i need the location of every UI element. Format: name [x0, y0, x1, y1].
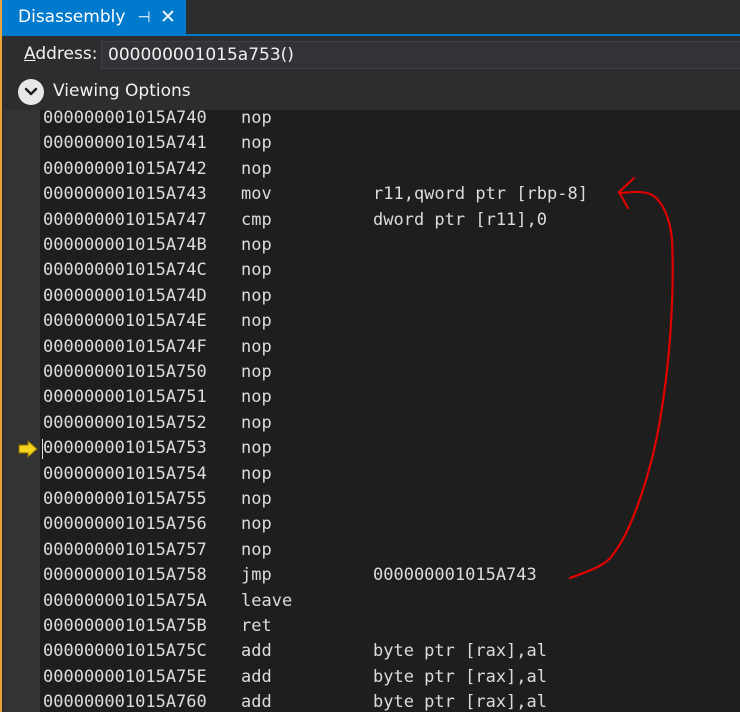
- instruction-mnemonic: nop: [241, 539, 272, 560]
- disassembly-row[interactable]: 000000001015A74C nop: [40, 258, 740, 283]
- instruction-mnemonic: nop: [241, 463, 272, 484]
- chevron-down-icon[interactable]: [18, 79, 44, 105]
- instruction-operands: byte ptr [rax],al: [373, 641, 547, 662]
- viewing-options-toggle[interactable]: Viewing Options: [2, 74, 740, 110]
- disassembly-row[interactable]: 000000001015A74B nop: [40, 233, 740, 258]
- instruction-address: 000000001015A74E: [43, 311, 207, 332]
- instruction-mnemonic: jmp: [241, 565, 272, 586]
- instruction-mnemonic: nop: [241, 362, 272, 382]
- disassembly-row[interactable]: 000000001015A74E nop: [40, 309, 740, 334]
- instruction-mnemonic: leave: [241, 590, 293, 611]
- disassembly-row[interactable]: 000000001015A747 cmp dword ptr [r11],0: [40, 208, 740, 233]
- close-icon[interactable]: ✕: [158, 6, 178, 28]
- disassembly-row[interactable]: 000000001015A741 nop: [40, 131, 740, 156]
- instruction-mnemonic: add: [241, 692, 272, 712]
- disassembly-row[interactable]: 000000001015A752 nop: [40, 411, 740, 436]
- instruction-mnemonic: nop: [241, 158, 272, 179]
- disassembly-row[interactable]: 000000001015A756 nop: [40, 512, 740, 537]
- instruction-operands: dword ptr [r11],0: [373, 209, 547, 230]
- instruction-mnemonic: nop: [241, 412, 272, 433]
- disassembly-row[interactable]: 000000001015A758 jmp 000000001015A743: [40, 563, 740, 588]
- instruction-address: 000000001015A742: [43, 158, 207, 179]
- address-label: Address:: [24, 44, 97, 64]
- instruction-mnemonic: ret: [241, 616, 272, 636]
- tab-strip: Disassembly ⊣ ✕: [2, 0, 740, 36]
- disassembly-row[interactable]: 000000001015A740 nop: [40, 110, 740, 131]
- instruction-address: 000000001015A757: [43, 539, 207, 560]
- instruction-address: 000000001015A743: [43, 184, 207, 205]
- instruction-mnemonic: nop: [241, 311, 272, 332]
- address-bar: Address:: [2, 36, 740, 74]
- instruction-operands: byte ptr [rax],al: [373, 666, 547, 687]
- instruction-mnemonic: add: [241, 641, 272, 662]
- indicator-margin[interactable]: [4, 110, 40, 712]
- instruction-mnemonic: mov: [241, 184, 272, 205]
- disassembly-row[interactable]: 000000001015A760 add byte ptr [rax],al: [40, 690, 740, 712]
- text-cursor: [42, 439, 43, 460]
- tab-disassembly[interactable]: Disassembly ⊣ ✕: [2, 0, 186, 34]
- instruction-mnemonic: add: [241, 666, 272, 687]
- instruction-address: 000000001015A740: [43, 110, 207, 128]
- instruction-mnemonic: nop: [241, 514, 272, 535]
- disassembly-row[interactable]: 000000001015A753 nop: [40, 436, 740, 461]
- disassembly-row[interactable]: 000000001015A74F nop: [40, 335, 740, 360]
- instruction-address: 000000001015A75E: [43, 666, 207, 687]
- disassembly-row[interactable]: 000000001015A742 nop: [40, 157, 740, 182]
- disassembly-row[interactable]: 000000001015A75E add byte ptr [rax],al: [40, 665, 740, 690]
- disassembly-window: Disassembly ⊣ ✕ Address: Viewing Options…: [0, 0, 740, 712]
- instruction-address: 000000001015A747: [43, 209, 207, 230]
- pin-icon[interactable]: ⊣: [134, 8, 154, 26]
- instruction-address: 000000001015A74C: [43, 260, 207, 281]
- disassembly-row[interactable]: 000000001015A755 nop: [40, 487, 740, 512]
- instruction-mnemonic: nop: [241, 438, 272, 459]
- instruction-mnemonic: nop: [241, 260, 272, 281]
- tab-title: Disassembly: [18, 7, 126, 27]
- instruction-operands: r11,qword ptr [rbp-8]: [373, 184, 588, 205]
- instruction-address: 000000001015A74F: [43, 336, 207, 357]
- instruction-address: 000000001015A754: [43, 463, 207, 484]
- instruction-address: 000000001015A752: [43, 412, 207, 433]
- instruction-address: 000000001015A753: [43, 438, 207, 459]
- instruction-address: 000000001015A750: [43, 362, 207, 382]
- instruction-address: 000000001015A75B: [43, 616, 207, 636]
- disassembly-listing[interactable]: 000000001015A740 nop 000000001015A741 nop 00…: [40, 110, 740, 712]
- disassembly-row[interactable]: 000000001015A750 nop: [40, 360, 740, 385]
- address-input[interactable]: [101, 41, 740, 69]
- instruction-address: 000000001015A75C: [43, 641, 207, 662]
- instruction-address: 000000001015A760: [43, 692, 207, 712]
- instruction-address: 000000001015A755: [43, 489, 207, 509]
- address-label-rest: ddress:: [35, 44, 98, 64]
- disassembly-row[interactable]: 000000001015A75C add byte ptr [rax],al: [40, 639, 740, 664]
- disassembly-row[interactable]: 000000001015A74D nop: [40, 284, 740, 309]
- instruction-mnemonic: nop: [241, 336, 272, 357]
- instruction-mnemonic: nop: [241, 489, 272, 509]
- disassembly-row[interactable]: 000000001015A754 nop: [40, 462, 740, 487]
- instruction-address: 000000001015A756: [43, 514, 207, 535]
- instruction-mnemonic: nop: [241, 285, 272, 306]
- disassembly-row[interactable]: 000000001015A75A leave: [40, 589, 740, 614]
- instruction-address: 000000001015A758: [43, 565, 207, 586]
- instruction-operands: 000000001015A743: [373, 565, 537, 586]
- instruction-mnemonic: nop: [241, 387, 272, 408]
- instruction-mnemonic: nop: [241, 133, 272, 154]
- disassembly-row[interactable]: 000000001015A75B ret: [40, 614, 740, 639]
- instruction-mnemonic: nop: [241, 235, 272, 255]
- instruction-pointer-arrow-icon: [18, 440, 38, 459]
- disassembly-row[interactable]: 000000001015A751 nop: [40, 385, 740, 410]
- instruction-address: 000000001015A751: [43, 387, 207, 408]
- disassembly-row[interactable]: 000000001015A757 nop: [40, 538, 740, 563]
- instruction-address: 000000001015A741: [43, 133, 207, 154]
- viewing-options-label: Viewing Options: [53, 81, 191, 101]
- instruction-address: 000000001015A74D: [43, 285, 207, 306]
- instruction-mnemonic: nop: [241, 110, 272, 128]
- instruction-mnemonic: cmp: [241, 209, 272, 230]
- instruction-address: 000000001015A74B: [43, 235, 207, 255]
- address-label-accesskey: A: [24, 44, 36, 64]
- instruction-address: 000000001015A75A: [43, 590, 207, 611]
- disassembly-row[interactable]: 000000001015A743 mov r11,qword ptr [rbp-8]: [40, 182, 740, 207]
- instruction-operands: byte ptr [rax],al: [373, 692, 547, 712]
